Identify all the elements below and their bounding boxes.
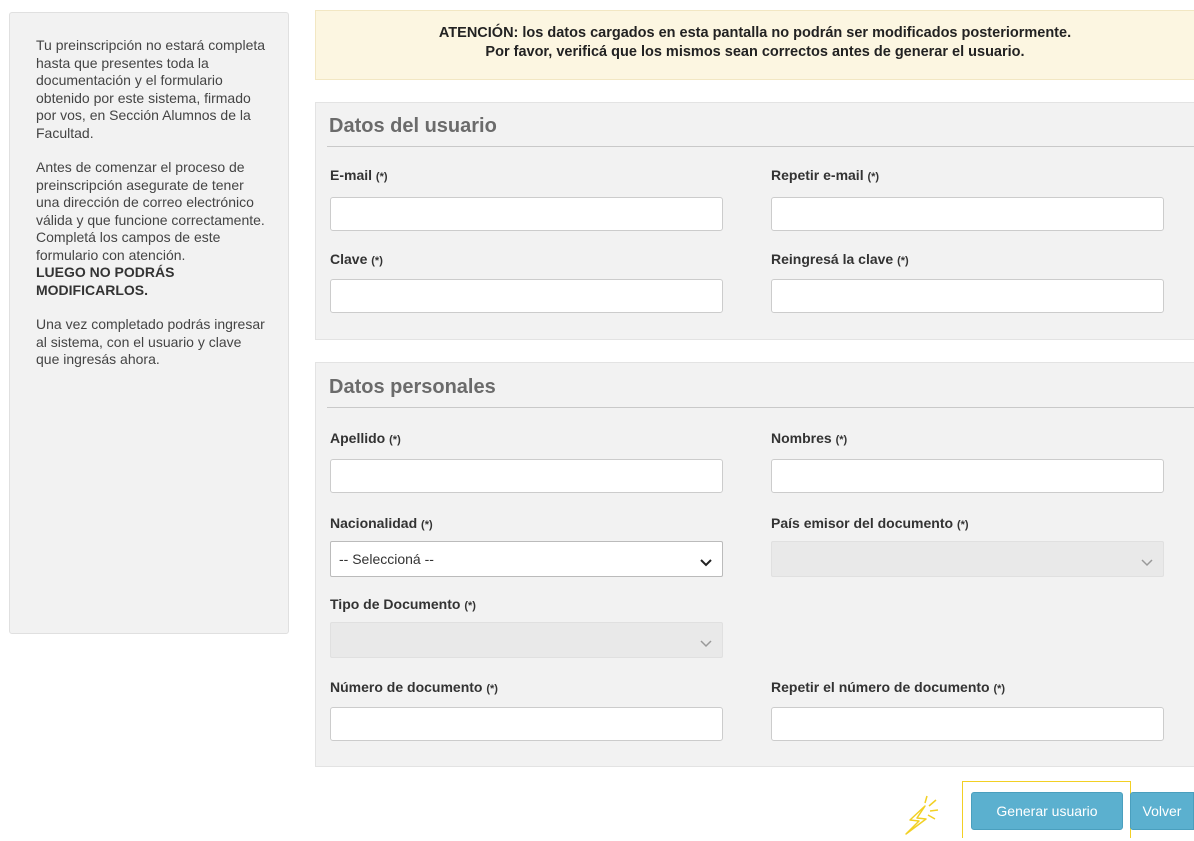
repeat-password-label: Reingresá la clave (*) xyxy=(771,251,909,267)
tipo-documento-label: Tipo de Documento (*) xyxy=(330,596,476,612)
volver-button[interactable]: Volver xyxy=(1130,792,1194,830)
user-section-title: Datos del usuario xyxy=(329,115,497,137)
nacionalidad-select[interactable]: -- Seleccioná -- xyxy=(330,541,723,577)
personal-section-divider xyxy=(327,407,1194,408)
repeat-password-field[interactable] xyxy=(771,279,1164,313)
generar-usuario-button[interactable]: Generar usuario xyxy=(971,792,1123,830)
notice-line-2: Por favor, verificá que los mismos sean … xyxy=(485,44,1025,60)
repeat-email-label: Repetir e-mail (*) xyxy=(771,167,880,183)
attention-notice: ATENCIÓN: los datos cargados en esta pan… xyxy=(315,10,1194,80)
pais-emisor-select[interactable] xyxy=(771,541,1164,577)
password-field[interactable] xyxy=(330,279,723,313)
sidebar-paragraph-2-text: Antes de comenzar el proceso de preinscr… xyxy=(36,159,265,263)
nacionalidad-label: Nacionalidad (*) xyxy=(330,515,433,531)
sidebar-paragraph-1: Tu preinscripción no estará completa has… xyxy=(36,37,266,141)
nombres-label: Nombres (*) xyxy=(771,430,848,446)
personal-section-title: Datos personales xyxy=(329,376,496,398)
repetir-numero-field[interactable] xyxy=(771,707,1164,741)
chevron-down-icon xyxy=(1141,554,1153,570)
password-label: Clave (*) xyxy=(330,251,383,267)
click-cursor-icon xyxy=(892,793,952,841)
tipo-documento-select[interactable] xyxy=(330,622,723,658)
sidebar-paragraph-3: Una vez completado podrás ingresar al si… xyxy=(36,316,265,367)
numero-documento-label: Número de documento (*) xyxy=(330,679,498,695)
apellido-field[interactable] xyxy=(330,459,723,493)
chevron-down-icon xyxy=(700,635,712,651)
pais-emisor-label: País emisor del documento (*) xyxy=(771,515,969,531)
notice-line-1: ATENCIÓN: los datos cargados en esta pan… xyxy=(438,25,1072,41)
user-data-section: Datos del usuario E-mail (*) Repetir e-m… xyxy=(315,102,1194,340)
sidebar-help-panel: Tu preinscripción no estará completa has… xyxy=(9,12,289,634)
sidebar-warning-bold: LUEGO NO PODRÁS MODIFICARLOS. xyxy=(36,264,175,298)
apellido-label: Apellido (*) xyxy=(330,430,401,446)
chevron-down-icon xyxy=(700,554,712,570)
numero-documento-field[interactable] xyxy=(330,707,723,741)
user-section-divider xyxy=(327,146,1194,147)
repeat-email-field[interactable] xyxy=(771,197,1164,231)
repetir-numero-label: Repetir el número de documento (*) xyxy=(771,679,1006,695)
email-field[interactable] xyxy=(330,197,723,231)
email-label: E-mail (*) xyxy=(330,167,388,183)
nacionalidad-select-value: -- Seleccioná -- xyxy=(339,551,434,567)
sidebar-paragraph-2: Antes de comenzar el proceso de preinscr… xyxy=(36,159,266,299)
personal-data-section: Datos personales Apellido (*) Nombres (*… xyxy=(315,362,1194,767)
nombres-field[interactable] xyxy=(771,459,1164,493)
